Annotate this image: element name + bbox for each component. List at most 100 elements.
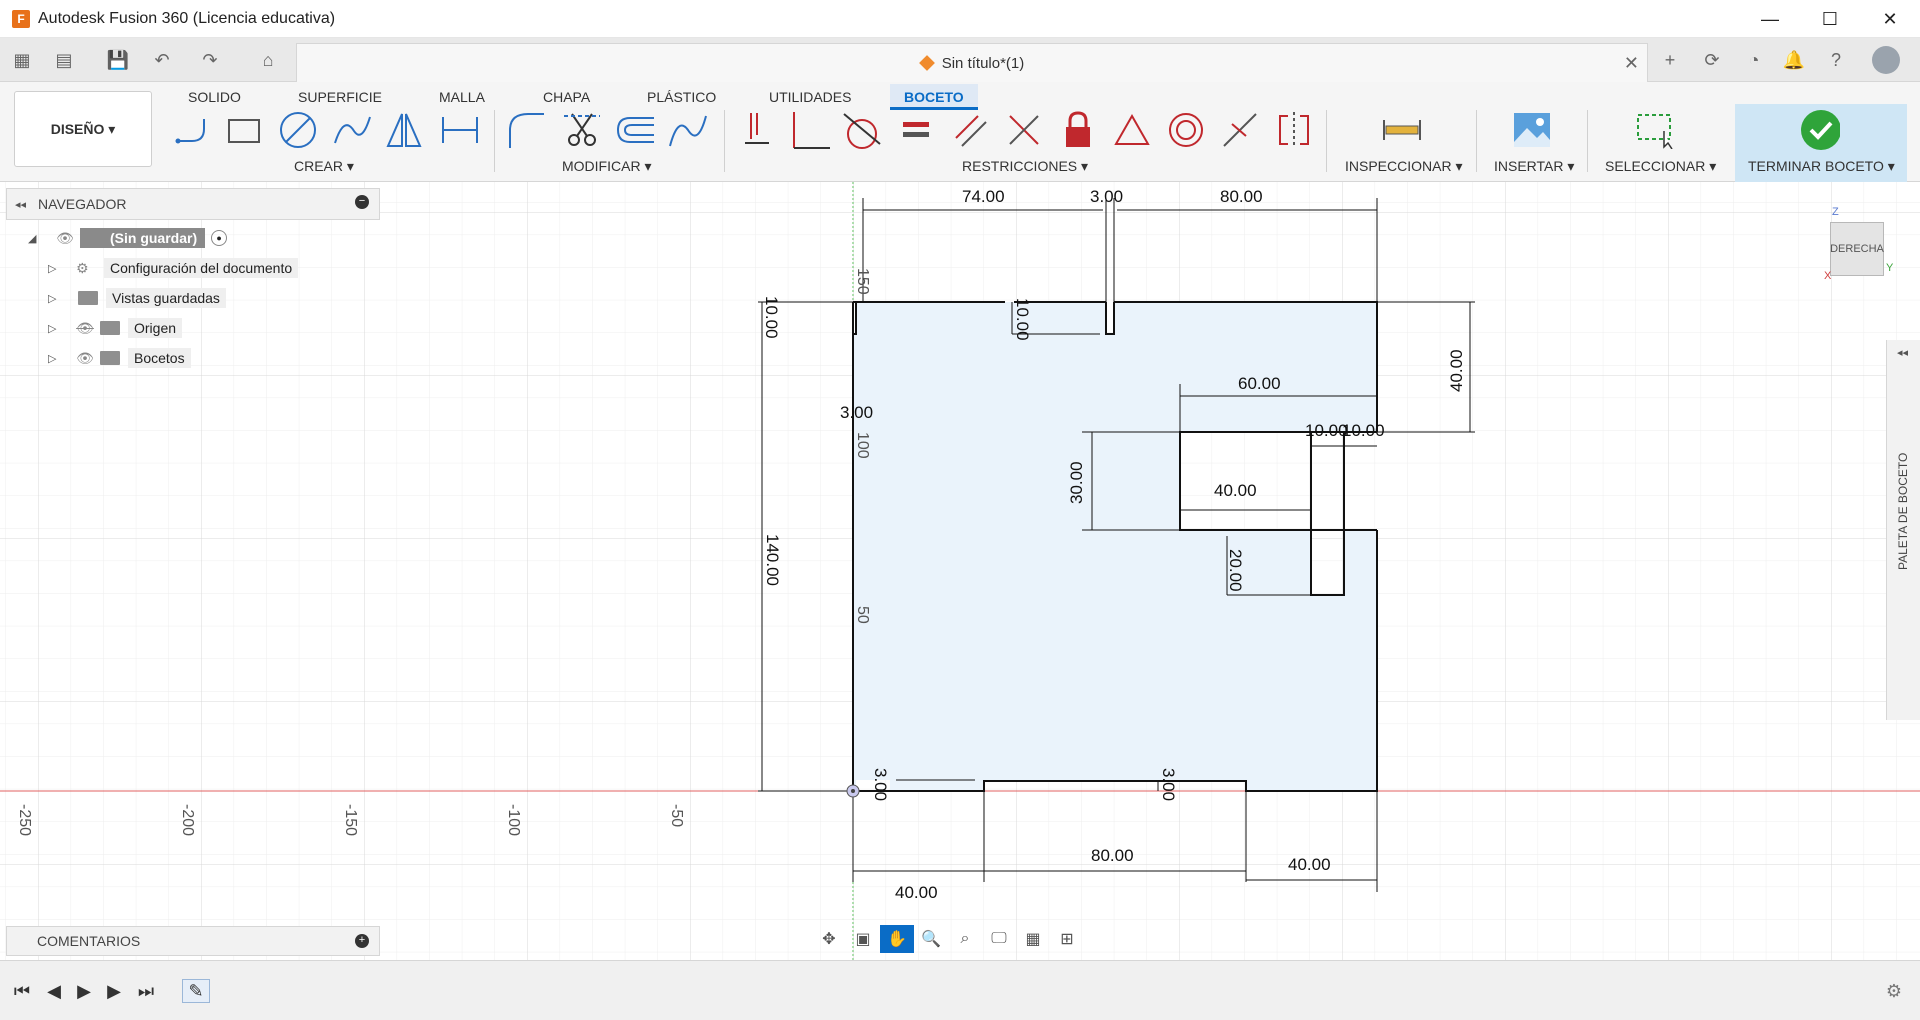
- symmetry-constraint-icon[interactable]: [1274, 108, 1314, 152]
- apps-grid-icon[interactable]: ▦: [8, 46, 36, 74]
- sketch-dimension-icon[interactable]: [440, 108, 480, 152]
- job-status-icon[interactable]: ◔: [1740, 46, 1768, 74]
- expand-triangle-icon[interactable]: ▷: [48, 262, 62, 275]
- group-seleccionar[interactable]: SELECCIONAR ▾: [1605, 158, 1716, 175]
- group-inspeccionar[interactable]: INSPECCIONAR ▾: [1345, 158, 1463, 175]
- tab-chapa[interactable]: CHAPA: [543, 84, 590, 110]
- collapse-navigator-icon[interactable]: ◂◂: [15, 198, 26, 211]
- group-terminar-boceto[interactable]: TERMINAR BOCETO ▾: [1748, 158, 1895, 175]
- dim-40-bottom-right[interactable]: 40.00: [1288, 855, 1331, 874]
- dim-3-bottom-left[interactable]: 3.00: [871, 768, 890, 801]
- dim-3-bottom-mid[interactable]: 3.00: [1159, 768, 1178, 801]
- group-restricciones[interactable]: RESTRICCIONES ▾: [962, 158, 1088, 175]
- dim-80-bottom[interactable]: 80.00: [1091, 846, 1134, 865]
- dim-60[interactable]: 60.00: [1238, 374, 1281, 393]
- hidden-eye-icon[interactable]: 👁: [74, 320, 96, 337]
- dim-30[interactable]: 30.00: [1067, 461, 1086, 504]
- dim-40-right[interactable]: 40.00: [1447, 349, 1466, 392]
- dim-80-top[interactable]: 80.00: [1220, 187, 1263, 206]
- expand-triangle-icon[interactable]: ▷: [48, 322, 62, 335]
- minimize-button[interactable]: —: [1740, 0, 1800, 38]
- step-back-icon[interactable]: ◀: [40, 979, 68, 1003]
- sync-icon[interactable]: ⟳: [1698, 46, 1726, 74]
- fillet-tool-icon[interactable]: [506, 108, 546, 152]
- fix-constraint-icon[interactable]: [1058, 108, 1098, 152]
- collapse-triangle-icon[interactable]: ◢: [28, 232, 42, 245]
- navigator-item-origin[interactable]: ▷ 👁 Origen: [48, 316, 183, 340]
- navigator-root[interactable]: ◢ 👁 (Sin guardar) ●: [28, 226, 228, 250]
- add-comment-icon[interactable]: +: [355, 934, 369, 948]
- dim-3-left[interactable]: 3.00: [840, 403, 873, 422]
- tab-superficie[interactable]: SUPERFICIE: [298, 84, 382, 110]
- navigator-header[interactable]: ◂◂ NAVEGADOR −: [6, 188, 380, 220]
- triangle-constraint-icon[interactable]: [1112, 108, 1152, 152]
- fit-icon[interactable]: ⌕: [948, 925, 982, 953]
- tab-utilidades[interactable]: UTILIDADES: [769, 84, 851, 110]
- viewports-icon[interactable]: ⊞: [1050, 925, 1084, 953]
- pan-icon[interactable]: ✋: [880, 925, 914, 953]
- collinear-constraint-icon[interactable]: [1004, 108, 1044, 152]
- play-icon[interactable]: ▶: [70, 979, 98, 1003]
- look-at-icon[interactable]: ▣: [846, 925, 880, 953]
- group-insertar[interactable]: INSERTAR ▾: [1494, 158, 1574, 175]
- select-tool-icon[interactable]: [1636, 108, 1676, 152]
- expand-triangle-icon[interactable]: ▷: [48, 292, 62, 305]
- dim-40-inner[interactable]: 40.00: [1214, 481, 1257, 500]
- group-crear[interactable]: CREAR ▾: [294, 158, 354, 175]
- coincident-constraint-icon[interactable]: [738, 108, 778, 152]
- undo-icon[interactable]: ↶: [148, 46, 176, 74]
- dim-10-b[interactable]: 10.00: [1342, 421, 1385, 440]
- visibility-eye-icon[interactable]: 👁: [54, 230, 76, 247]
- navigator-minimize-icon[interactable]: −: [355, 195, 369, 209]
- display-settings-icon[interactable]: 🖵: [982, 925, 1016, 953]
- dim-10-notch[interactable]: 10.00: [1013, 298, 1032, 341]
- redo-icon[interactable]: ↷: [196, 46, 224, 74]
- trim-tool-icon[interactable]: [562, 108, 602, 152]
- parallel-constraint-icon[interactable]: [950, 108, 990, 152]
- navigator-item-saved-views[interactable]: ▷ Vistas guardadas: [48, 286, 226, 310]
- dim-40-bottom-left[interactable]: 40.00: [895, 883, 938, 902]
- insert-image-icon[interactable]: [1512, 108, 1552, 152]
- workspace-selector[interactable]: DISEÑO ▾: [14, 91, 152, 167]
- dim-3-top[interactable]: 3.00: [1090, 187, 1123, 206]
- circle-tool-icon[interactable]: [278, 108, 318, 152]
- step-forward-icon[interactable]: ▶: [100, 979, 128, 1003]
- file-menu-icon[interactable]: ▤: [50, 46, 78, 74]
- dim-20[interactable]: 20.00: [1226, 549, 1245, 592]
- tab-malla[interactable]: MALLA: [439, 84, 485, 110]
- measure-tool-icon[interactable]: [1382, 108, 1422, 152]
- go-to-end-icon[interactable]: ⏭: [132, 979, 160, 1003]
- equal-constraint-icon[interactable]: [896, 108, 936, 152]
- help-icon[interactable]: ?: [1822, 46, 1850, 74]
- user-avatar-icon[interactable]: [1872, 46, 1900, 74]
- notifications-icon[interactable]: 🔔: [1780, 46, 1808, 74]
- offset-tool-icon[interactable]: [614, 108, 654, 152]
- document-tab[interactable]: Sin título*(1) ✕: [296, 43, 1648, 82]
- tab-boceto[interactable]: BOCETO: [890, 84, 978, 110]
- maximize-button[interactable]: ☐: [1800, 0, 1860, 38]
- finish-sketch-check-icon[interactable]: [1800, 108, 1840, 152]
- timeline-sketch-item-icon[interactable]: ✎: [182, 979, 210, 1003]
- tangent-constraint-icon[interactable]: [842, 108, 882, 152]
- sketch-palette-tab[interactable]: ◂◂ PALETA DE BOCETO: [1886, 340, 1920, 720]
- dim-10-left[interactable]: 10.00: [762, 296, 781, 339]
- concentric-constraint-icon[interactable]: [1166, 108, 1206, 152]
- expand-triangle-icon[interactable]: ▷: [48, 352, 62, 365]
- close-tab-icon[interactable]: ✕: [1624, 53, 1639, 74]
- visibility-eye-icon[interactable]: 👁: [74, 350, 96, 367]
- home-icon[interactable]: ⌂: [254, 46, 282, 74]
- tab-solido[interactable]: SOLIDO: [188, 84, 241, 110]
- viewcube[interactable]: DERECHA: [1830, 222, 1884, 276]
- sketch-canvas[interactable]: 74.00 3.00 80.00 10.00 10.00 40.00 60.00…: [0, 182, 1920, 960]
- close-window-button[interactable]: ✕: [1860, 0, 1920, 38]
- timeline-settings-gear-icon[interactable]: ⚙: [1880, 979, 1908, 1003]
- go-to-start-icon[interactable]: ⏮: [8, 979, 36, 1003]
- navigator-item-document-settings[interactable]: ▷ ⚙ Configuración del documento: [48, 256, 299, 280]
- line-tool-icon[interactable]: [172, 108, 212, 152]
- grid-settings-icon[interactable]: ▦: [1016, 925, 1050, 953]
- tab-plastico[interactable]: PLÁSTICO: [647, 84, 716, 110]
- perpendicular-constraint-icon[interactable]: [790, 108, 830, 152]
- save-icon[interactable]: 💾: [104, 46, 132, 74]
- arc-tool-icon[interactable]: [332, 108, 372, 152]
- expand-palette-icon[interactable]: ◂◂: [1897, 346, 1908, 359]
